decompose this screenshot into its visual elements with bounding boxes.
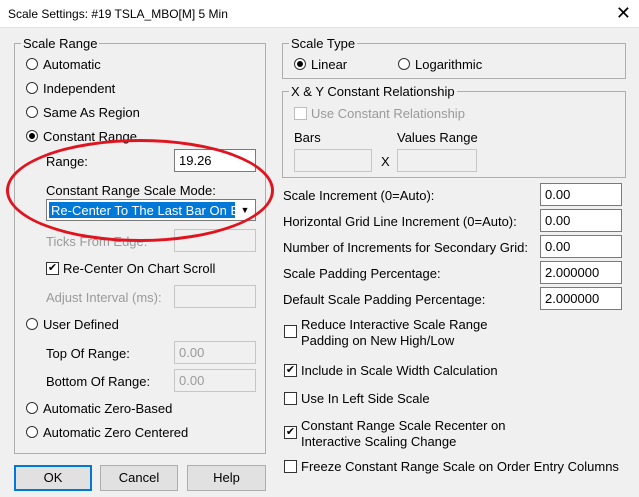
hgrid-increment-label: Horizontal Grid Line Increment (0=Auto): (283, 214, 517, 229)
radio-linear[interactable] (294, 58, 306, 70)
scale-increment-label: Scale Increment (0=Auto): (283, 188, 435, 203)
reduce-interactive-checkbox[interactable] (284, 325, 297, 338)
bottom-of-range-label: Bottom Of Range: (46, 374, 151, 389)
label-same-as-region: Same As Region (43, 105, 140, 120)
reduce-interactive-label-2: Padding on New High/Low (301, 333, 455, 348)
bottom-of-range-input[interactable]: 0.00 (174, 369, 256, 392)
radio-automatic[interactable] (26, 58, 38, 70)
top-of-range-input[interactable]: 0.00 (174, 341, 256, 364)
radio-auto-zero-centered[interactable] (26, 426, 38, 438)
recenter-on-scroll-label: Re-Center On Chart Scroll (63, 261, 216, 276)
constant-recenter-checkbox[interactable]: ✔ (284, 426, 297, 439)
help-button[interactable]: Help (187, 465, 266, 491)
label-automatic: Automatic (43, 57, 101, 72)
radio-same-as-region[interactable] (26, 106, 38, 118)
scale-range-legend: Scale Range (23, 36, 98, 51)
constant-recenter-label-1: Constant Range Scale Recenter on (301, 418, 506, 433)
values-range-input[interactable] (397, 149, 477, 172)
freeze-scale-checkbox[interactable] (284, 460, 297, 473)
radio-auto-zero-based[interactable] (26, 402, 38, 414)
adjust-interval-label: Adjust Interval (ms): (46, 290, 162, 305)
radio-constant-range[interactable] (26, 130, 38, 142)
radio-logarithmic[interactable] (398, 58, 410, 70)
scale-padding-input[interactable]: 2.000000 (540, 261, 622, 284)
xy-legend: X & Y Constant Relationship (291, 84, 455, 99)
radio-user-defined[interactable] (26, 318, 38, 330)
recenter-on-scroll-checkbox[interactable]: ✔ (46, 262, 59, 275)
left-side-scale-label: Use In Left Side Scale (301, 391, 430, 406)
label-independent: Independent (43, 81, 116, 96)
values-range-label: Values Range (397, 130, 478, 145)
top-of-range-label: Top Of Range: (46, 346, 130, 361)
freeze-scale-label: Freeze Constant Range Scale on Order Ent… (301, 459, 619, 474)
use-constant-relationship-label: Use Constant Relationship (311, 106, 465, 121)
label-linear: Linear (311, 57, 348, 72)
constant-recenter-label-2: Interactive Scaling Change (301, 434, 457, 449)
bars-input[interactable] (294, 149, 372, 172)
secondary-grid-input[interactable]: 0.00 (540, 235, 622, 258)
left-side-scale-checkbox[interactable] (284, 392, 297, 405)
adjust-interval-input[interactable] (174, 285, 256, 308)
use-constant-relationship-checkbox[interactable] (294, 107, 307, 120)
ok-button[interactable]: OK (14, 465, 92, 491)
label-logarithmic: Logarithmic (415, 57, 483, 72)
include-width-checkbox[interactable]: ✔ (284, 364, 297, 377)
cancel-button[interactable]: Cancel (100, 465, 178, 491)
reduce-interactive-label-1: Reduce Interactive Scale Range (301, 317, 488, 332)
scale-type-legend: Scale Type (291, 36, 356, 51)
radio-independent[interactable] (26, 82, 38, 94)
close-icon[interactable]: ✕ (616, 3, 631, 23)
x-label: X (381, 154, 390, 169)
window-title: Scale Settings: #19 TSLA_MBO[M] 5 Min (8, 7, 228, 21)
default-scale-padding-label: Default Scale Padding Percentage: (283, 292, 486, 307)
label-auto-zero-based: Automatic Zero-Based (43, 401, 173, 416)
bars-label: Bars (294, 130, 321, 145)
title-bar: Scale Settings: #19 TSLA_MBO[M] 5 Min ✕ (0, 0, 639, 28)
default-scale-padding-input[interactable]: 2.000000 (540, 287, 622, 310)
include-width-label: Include in Scale Width Calculation (301, 363, 498, 378)
label-user-defined: User Defined (43, 317, 119, 332)
secondary-grid-label: Number of Increments for Secondary Grid: (283, 240, 528, 255)
annotation-ellipse (6, 139, 274, 242)
label-auto-zero-centered: Automatic Zero Centered (43, 425, 189, 440)
scale-increment-input[interactable]: 0.00 (540, 183, 622, 206)
hgrid-increment-input[interactable]: 0.00 (540, 209, 622, 232)
scale-padding-label: Scale Padding Percentage: (283, 266, 441, 281)
